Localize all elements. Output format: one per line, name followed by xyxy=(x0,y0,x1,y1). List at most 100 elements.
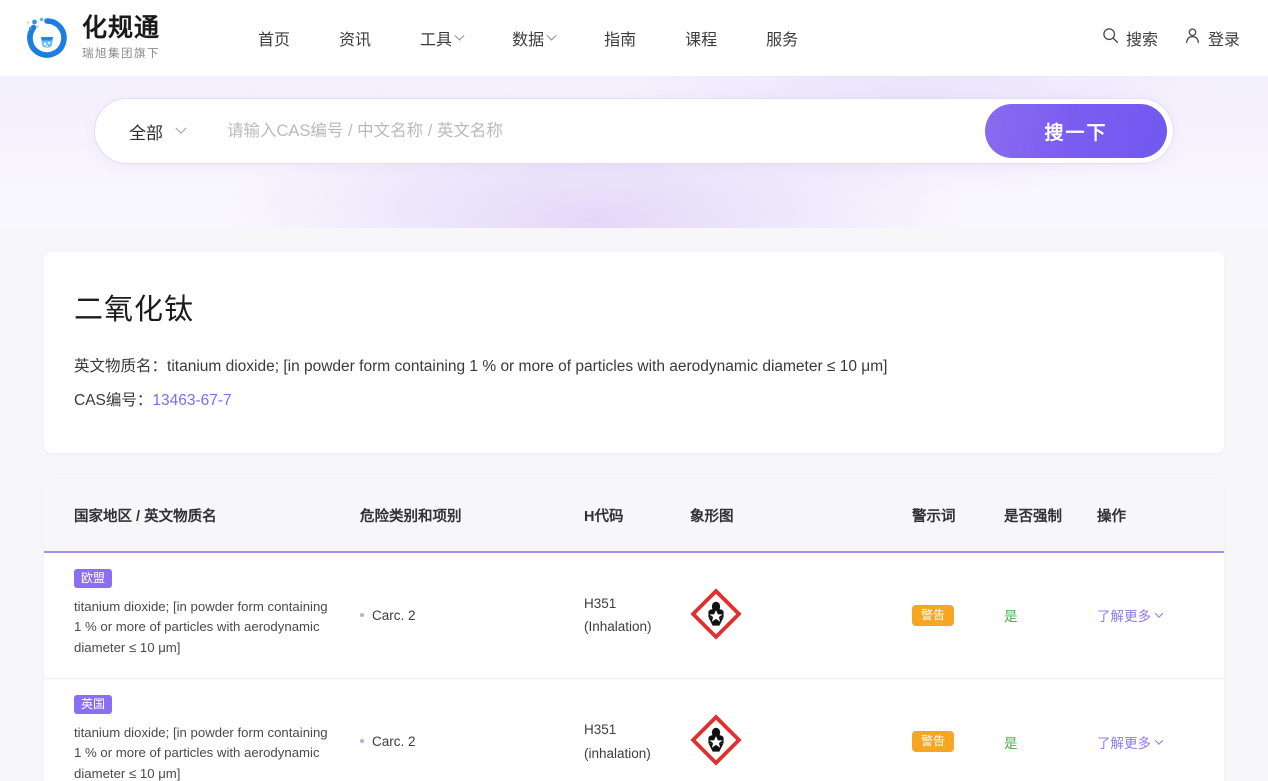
nav-item-services[interactable]: 服务 xyxy=(766,26,798,50)
nav-item-label: 资讯 xyxy=(339,32,372,49)
search-button[interactable]: 搜索 xyxy=(1102,26,1158,50)
nav-item-guide[interactable]: 指南 xyxy=(604,26,636,50)
login-button[interactable]: 登录 xyxy=(1184,26,1240,50)
learn-more-link[interactable]: 了解更多 xyxy=(1097,605,1164,625)
top-navigation-bar: 化规通 瑞旭集团旗下 首页 资讯 工具 数据 指南 课程 服务 搜索 登录 xyxy=(0,0,1268,76)
hero-search-banner: 全部 搜一下 xyxy=(0,76,1268,228)
bullet-icon xyxy=(360,739,364,744)
region-badge: 欧盟 xyxy=(74,568,113,588)
site-logo[interactable]: 化规通 瑞旭集团旗下 xyxy=(22,13,160,63)
hcode-route: (inhalation) xyxy=(584,745,651,761)
chemical-flask-circle-logo-icon xyxy=(22,13,72,63)
column-header-mandatory: 是否强制 xyxy=(1004,478,1097,553)
ghs08-health-hazard-icon xyxy=(690,714,912,769)
column-header-signal-word: 警示词 xyxy=(912,478,1004,553)
substance-english-name: titanium dioxide; [in powder form contai… xyxy=(74,598,328,655)
cell-pictogram xyxy=(690,551,912,679)
english-name-value: titanium dioxide; [in powder form contai… xyxy=(167,358,888,375)
nav-item-label: 工具 xyxy=(420,32,453,49)
chevron-down-icon xyxy=(546,30,557,41)
search-scope-label: 全部 xyxy=(129,123,163,143)
cell-action: 了解更多 xyxy=(1097,678,1224,781)
nav-item-label: 首页 xyxy=(258,32,291,49)
column-header-region-substance: 国家地区 / 英文物质名 xyxy=(44,478,360,553)
cell-hcode: H351 (inhalation) xyxy=(584,678,690,781)
cell-mandatory: 是 xyxy=(1004,551,1097,679)
hcode-value: H351 xyxy=(584,595,617,611)
search-icon xyxy=(1102,27,1119,49)
cell-hazard-class: Carc. 2 xyxy=(360,551,584,679)
hazard-label: Carc. 2 xyxy=(372,734,416,750)
column-header-action: 操作 xyxy=(1097,478,1224,553)
nav-item-data[interactable]: 数据 xyxy=(512,26,557,50)
learn-more-label: 了解更多 xyxy=(1097,609,1151,625)
nav-item-label: 课程 xyxy=(685,32,718,49)
nav-item-courses[interactable]: 课程 xyxy=(685,26,717,50)
signal-word-badge: 警告 xyxy=(912,731,955,753)
column-header-pictogram: 象形图 xyxy=(690,478,912,553)
learn-more-label: 了解更多 xyxy=(1097,735,1151,751)
nav-item-label: 指南 xyxy=(604,32,637,49)
cell-pictogram xyxy=(690,678,912,781)
hazard-item: Carc. 2 xyxy=(360,734,584,749)
bullet-icon xyxy=(360,612,364,617)
nav-item-tools[interactable]: 工具 xyxy=(420,26,465,50)
chevron-down-icon xyxy=(1154,609,1164,619)
chevron-down-icon xyxy=(1154,735,1164,745)
substance-english-name: titanium dioxide; [in powder form contai… xyxy=(74,724,328,781)
hcode-route: (Inhalation) xyxy=(584,619,652,635)
cell-hcode: H351 (Inhalation) xyxy=(584,551,690,679)
cell-action: 了解更多 xyxy=(1097,551,1224,679)
search-input[interactable] xyxy=(227,121,985,141)
main-menu: 首页 资讯 工具 数据 指南 课程 服务 xyxy=(258,26,798,50)
column-header-hazard-class: 危险类别和项别 xyxy=(360,478,584,553)
nav-item-label: 数据 xyxy=(512,32,545,49)
cell-signal-word: 警告 xyxy=(912,551,1004,679)
mandatory-value: 是 xyxy=(1004,609,1018,625)
table-body: 欧盟 titanium dioxide; [in powder form con… xyxy=(44,551,1224,781)
hcode-value: H351 xyxy=(584,722,617,737)
search-bar: 全部 搜一下 xyxy=(94,98,1174,164)
english-name-label: 英文物质名： xyxy=(74,358,168,375)
cell-signal-word: 警告 xyxy=(912,678,1004,781)
chevron-down-icon xyxy=(175,122,187,134)
cell-mandatory: 是 xyxy=(1004,678,1097,781)
substance-info-card: 二氧化钛 英文物质名：titanium dioxide; [in powder … xyxy=(44,252,1224,453)
user-icon xyxy=(1184,27,1201,49)
cell-region-substance: 英国 titanium dioxide; [in powder form con… xyxy=(44,678,360,781)
mandatory-value: 是 xyxy=(1004,735,1018,751)
search-button-label: 搜索 xyxy=(1125,32,1158,49)
signal-word-badge: 警告 xyxy=(912,604,955,626)
cas-number-label: CAS编号： xyxy=(74,391,153,409)
brand-subtitle: 瑞旭集团旗下 xyxy=(82,48,160,61)
classification-table-wrapper: 国家地区 / 英文物质名 危险类别和项别 H代码 象形图 警示词 是否强制 操作… xyxy=(44,478,1224,781)
nav-item-news[interactable]: 资讯 xyxy=(339,26,371,50)
page-title: 二氧化钛 xyxy=(74,294,195,326)
chevron-down-icon xyxy=(454,30,465,41)
search-submit-button[interactable]: 搜一下 xyxy=(985,104,1167,158)
brand-name: 化规通 xyxy=(82,13,161,42)
table-row: 欧盟 titanium dioxide; [in powder form con… xyxy=(44,551,1224,679)
ghs08-health-hazard-icon xyxy=(690,588,912,643)
cas-number-row: CAS编号：13463-67-7 xyxy=(74,389,1194,414)
cas-number-link[interactable]: 13463-67-7 xyxy=(152,392,231,409)
column-header-hcode: H代码 xyxy=(584,478,690,553)
learn-more-link[interactable]: 了解更多 xyxy=(1097,732,1164,752)
region-badge: 英国 xyxy=(74,694,113,714)
content-container: 二氧化钛 英文物质名：titanium dioxide; [in powder … xyxy=(44,252,1224,781)
search-scope-selector[interactable]: 全部 xyxy=(129,119,187,144)
hazard-item: Carc. 2 xyxy=(360,608,584,623)
cell-hazard-class: Carc. 2 xyxy=(360,678,584,781)
hazard-label: Carc. 2 xyxy=(372,607,416,623)
login-button-label: 登录 xyxy=(1207,32,1240,49)
table-header-row: 国家地区 / 英文物质名 危险类别和项别 H代码 象形图 警示词 是否强制 操作 xyxy=(44,478,1224,553)
page-content: 二氧化钛 英文物质名：titanium dioxide; [in powder … xyxy=(0,228,1268,781)
nav-item-home[interactable]: 首页 xyxy=(258,26,290,50)
nav-actions: 搜索 登录 xyxy=(1102,26,1240,50)
table-row: 英国 titanium dioxide; [in powder form con… xyxy=(44,678,1224,781)
table-header: 国家地区 / 英文物质名 危险类别和项别 H代码 象形图 警示词 是否强制 操作 xyxy=(44,478,1224,553)
cell-region-substance: 欧盟 titanium dioxide; [in powder form con… xyxy=(44,551,360,679)
classification-table: 国家地区 / 英文物质名 危险类别和项别 H代码 象形图 警示词 是否强制 操作… xyxy=(44,478,1224,781)
nav-item-label: 服务 xyxy=(766,32,799,49)
english-name-row: 英文物质名：titanium dioxide; [in powder form … xyxy=(74,355,1194,380)
